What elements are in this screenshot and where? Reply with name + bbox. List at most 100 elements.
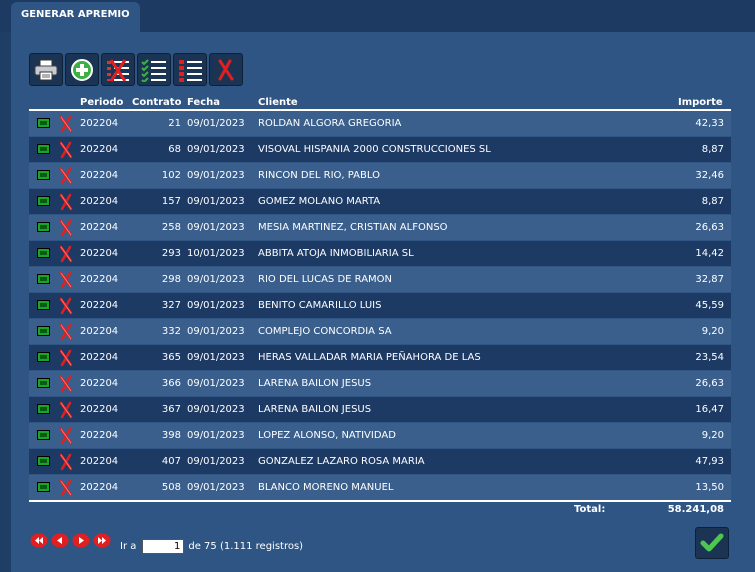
delete-row-icon[interactable] (59, 271, 73, 289)
page-input[interactable] (142, 539, 185, 554)
cell-contrato: 508 (161, 482, 181, 493)
delete-row-icon[interactable] (59, 141, 73, 159)
table-row[interactable]: 202204 68 09/01/2023 VISOVAL HISPANIA 2000 … (29, 137, 731, 163)
delete-row-icon[interactable] (59, 115, 73, 133)
delete-row-icon[interactable] (59, 323, 73, 341)
table-row[interactable]: 202204 398 09/01/2023 LOPEZ ALONSO, NATIVID… (29, 423, 731, 449)
cell-contrato: 157 (161, 196, 181, 207)
cell-cliente: LOPEZ ALONSO, NATIVIDAD (258, 430, 396, 441)
select-row-button[interactable] (37, 274, 50, 284)
cell-fecha: 09/01/2023 (187, 274, 245, 285)
table-row[interactable]: 202204 366 09/01/2023 LARENA BAILON JESUS 26… (29, 371, 731, 397)
table-row[interactable]: 202204 298 09/01/2023 RIO DEL LUCAS DE RAMO… (29, 267, 731, 293)
toolbar (29, 53, 243, 86)
total-value: 58.241,08 (667, 504, 724, 515)
select-row-button[interactable] (37, 482, 50, 492)
numbered-list-button[interactable] (173, 53, 207, 86)
table-row[interactable]: 202204 21 09/01/2023 ROLDAN ALGORA GREGORIA… (29, 111, 731, 137)
cell-contrato: 258 (161, 222, 181, 233)
cell-contrato: 293 (161, 248, 181, 259)
delete-row-icon[interactable] (59, 193, 73, 211)
cell-contrato: 102 (161, 170, 181, 181)
cell-contrato: 21 (168, 118, 181, 129)
select-row-button[interactable] (37, 430, 50, 440)
cell-contrato: 298 (161, 274, 181, 285)
select-row-button[interactable] (37, 196, 50, 206)
goto-label: Ir a (120, 541, 137, 552)
select-row-button[interactable] (37, 378, 50, 388)
cell-fecha: 09/01/2023 (187, 430, 245, 441)
delete-button[interactable] (209, 53, 243, 86)
table-row[interactable]: 202204 327 09/01/2023 BENITO CAMARILLO LUIS… (29, 293, 731, 319)
uncheck-all-button[interactable] (101, 53, 135, 86)
table-row[interactable]: 202204 332 09/01/2023 COMPLEJO CONCORDIA SA… (29, 319, 731, 345)
select-row-button[interactable] (37, 170, 50, 180)
cell-fecha: 09/01/2023 (187, 352, 245, 363)
cell-periodo: 202204 (80, 456, 119, 467)
delete-row-icon[interactable] (59, 297, 73, 315)
cell-cliente: BLANCO MORENO MANUEL (258, 482, 394, 493)
confirm-button[interactable] (695, 527, 729, 559)
select-row-button[interactable] (37, 352, 50, 362)
cell-importe: 26,63 (695, 222, 724, 233)
add-button[interactable] (65, 53, 99, 86)
cell-cliente: BENITO CAMARILLO LUIS (258, 300, 382, 311)
cell-importe: 8,87 (701, 196, 724, 207)
print-button[interactable] (29, 53, 63, 86)
cell-periodo: 202204 (80, 274, 119, 285)
select-row-button[interactable] (37, 118, 50, 128)
select-row-button[interactable] (37, 326, 50, 336)
cell-cliente: ROLDAN ALGORA GREGORIA (258, 118, 402, 129)
select-row-button[interactable] (37, 248, 50, 258)
col-cliente[interactable]: Cliente (258, 97, 298, 108)
cell-contrato: 327 (161, 300, 181, 311)
cell-periodo: 202204 (80, 352, 119, 363)
col-fecha[interactable]: Fecha (187, 97, 220, 108)
select-row-button[interactable] (37, 456, 50, 466)
cell-importe: 8,87 (701, 144, 724, 155)
select-row-button[interactable] (37, 300, 50, 310)
select-row-button[interactable] (37, 404, 50, 414)
table-row[interactable]: 202204 258 09/01/2023 MESIA MARTINEZ, CRIST… (29, 215, 731, 241)
delete-row-icon[interactable] (59, 167, 73, 185)
cell-periodo: 202204 (80, 482, 119, 493)
first-page-icon[interactable] (30, 533, 48, 548)
table-row[interactable]: 202204 367 09/01/2023 LARENA BAILON JESUS 16… (29, 397, 731, 423)
delete-row-icon[interactable] (59, 375, 73, 393)
cell-fecha: 09/01/2023 (187, 378, 245, 389)
select-row-button[interactable] (37, 222, 50, 232)
footer-divider (29, 500, 731, 502)
table-row[interactable]: 202204 407 09/01/2023 GONZALEZ LAZARO ROSA … (29, 449, 731, 475)
cell-periodo: 202204 (80, 118, 119, 129)
cell-importe: 32,87 (695, 274, 724, 285)
delete-row-icon[interactable] (59, 349, 73, 367)
next-page-icon[interactable] (72, 533, 90, 548)
table-row[interactable]: 202204 157 09/01/2023 GOMEZ MOLANO MARTA 8,8… (29, 189, 731, 215)
delete-row-icon[interactable] (59, 453, 73, 471)
cell-importe: 47,93 (695, 456, 724, 467)
numbered-list-icon (179, 59, 202, 82)
select-row-button[interactable] (37, 144, 50, 154)
cell-cliente: GONZALEZ LAZARO ROSA MARIA (258, 456, 425, 467)
cell-cliente: GOMEZ MOLANO MARTA (258, 196, 381, 207)
table-row[interactable]: 202204 293 10/01/2023 ABBITA ATOJA INMOBILI… (29, 241, 731, 267)
col-importe[interactable]: Importe (678, 97, 723, 108)
delete-row-icon[interactable] (59, 401, 73, 419)
col-contrato[interactable]: Contrato (132, 97, 181, 108)
cell-importe: 42,33 (695, 118, 724, 129)
cell-cliente: MESIA MARTINEZ, CRISTIAN ALFONSO (258, 222, 448, 233)
delete-row-icon[interactable] (59, 219, 73, 237)
table-row[interactable]: 202204 365 09/01/2023 HERAS VALLADAR MARIA … (29, 345, 731, 371)
delete-row-icon[interactable] (59, 427, 73, 445)
tab-generar-apremio[interactable]: GENERAR APREMIO (11, 2, 140, 32)
cell-importe: 45,59 (695, 300, 724, 311)
cell-fecha: 09/01/2023 (187, 404, 245, 415)
last-page-icon[interactable] (93, 533, 111, 548)
table-row[interactable]: 202204 508 09/01/2023 BLANCO MORENO MANUEL 1… (29, 475, 731, 501)
delete-row-icon[interactable] (59, 245, 73, 263)
check-list-button[interactable] (137, 53, 171, 86)
table-row[interactable]: 202204 102 09/01/2023 RINCON DEL RIO, PABLO… (29, 163, 731, 189)
delete-row-icon[interactable] (59, 479, 73, 497)
col-periodo[interactable]: Periodo (80, 97, 123, 108)
prev-page-icon[interactable] (51, 533, 69, 548)
